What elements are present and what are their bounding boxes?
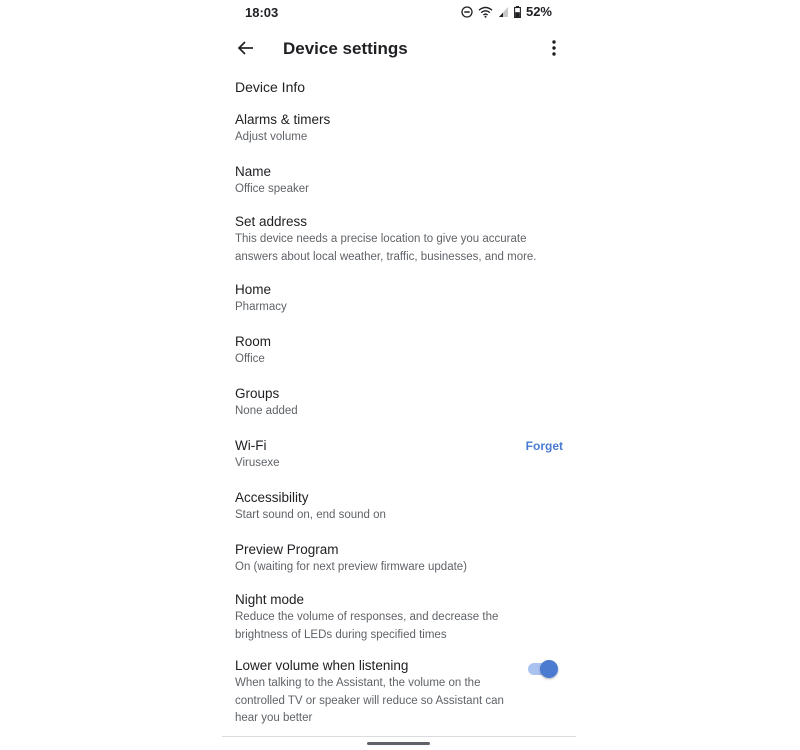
wifi-icon [478, 6, 493, 18]
do-not-disturb-icon [461, 5, 473, 18]
setting-lower-volume[interactable]: Lower volume when listening When talking… [235, 657, 565, 729]
setting-preview-program[interactable]: Preview Program On (waiting for next pre… [235, 541, 565, 591]
wifi-forget-button[interactable]: Forget [526, 439, 563, 453]
setting-title: Home [235, 282, 272, 297]
setting-room[interactable]: Room Office [235, 333, 565, 385]
back-arrow-icon [237, 39, 255, 62]
setting-description: Office speaker [235, 183, 309, 195]
setting-alarms-timers[interactable]: Alarms & timers Adjust volume [235, 111, 565, 163]
setting-title: Preview Program [235, 542, 339, 557]
setting-title: Set address [235, 214, 308, 229]
home-indicator[interactable] [367, 742, 430, 745]
setting-title: Name [235, 164, 272, 179]
setting-title: Groups [235, 386, 280, 401]
setting-title: Accessibility [235, 490, 309, 505]
setting-accessibility[interactable]: Accessibility Start sound on, end sound … [235, 489, 565, 541]
setting-description: Office [235, 353, 265, 365]
status-time: 18:03 [245, 5, 279, 20]
back-button[interactable] [232, 36, 260, 64]
setting-description: This device needs a precise location to … [235, 233, 537, 263]
setting-set-address[interactable]: Set address This device needs a precise … [235, 213, 565, 281]
setting-title: Alarms & timers [235, 112, 331, 127]
setting-groups[interactable]: Groups None added [235, 385, 565, 437]
setting-description: Adjust volume [235, 131, 308, 143]
battery-percent: 52% [525, 4, 552, 19]
setting-home[interactable]: Home Pharmacy [235, 281, 565, 333]
setting-description: Pharmacy [235, 301, 287, 313]
setting-description: None added [235, 405, 298, 417]
setting-title: Night mode [235, 592, 305, 607]
section-header-device-info: Device Info [235, 79, 306, 95]
setting-name[interactable]: Name Office speaker [235, 163, 565, 213]
toggle-thumb [540, 660, 558, 678]
status-icons: 52% [461, 4, 552, 19]
setting-wifi[interactable]: Wi-Fi Virusexe Forget [235, 437, 565, 489]
setting-description: When talking to the Assistant, the volum… [235, 677, 504, 724]
setting-title: Room [235, 334, 272, 349]
app-bar: Device settings [222, 28, 576, 72]
setting-description: Start sound on, end sound on [235, 509, 386, 521]
setting-title: Wi-Fi [235, 438, 267, 453]
signal-icon [498, 6, 509, 18]
more-options-button[interactable] [544, 36, 564, 64]
bottom-divider [222, 736, 576, 737]
setting-description: Reduce the volume of responses, and decr… [235, 611, 499, 641]
settings-list: Device Info Alarms & timers Adjust volum… [235, 78, 565, 729]
setting-night-mode[interactable]: Night mode Reduce the volume of response… [235, 591, 565, 657]
setting-title: Lower volume when listening [235, 658, 409, 673]
status-bar: 18:03 52% [222, 0, 576, 26]
battery-icon [514, 5, 521, 18]
lower-volume-toggle[interactable] [525, 659, 559, 679]
more-vert-icon [552, 39, 556, 61]
page-title: Device settings [283, 39, 408, 58]
setting-description: On (waiting for next preview firmware up… [235, 561, 468, 573]
phone-screen: 18:03 52% Device settings Device Info Al… [222, 0, 576, 750]
setting-description: Virusexe [235, 457, 280, 469]
